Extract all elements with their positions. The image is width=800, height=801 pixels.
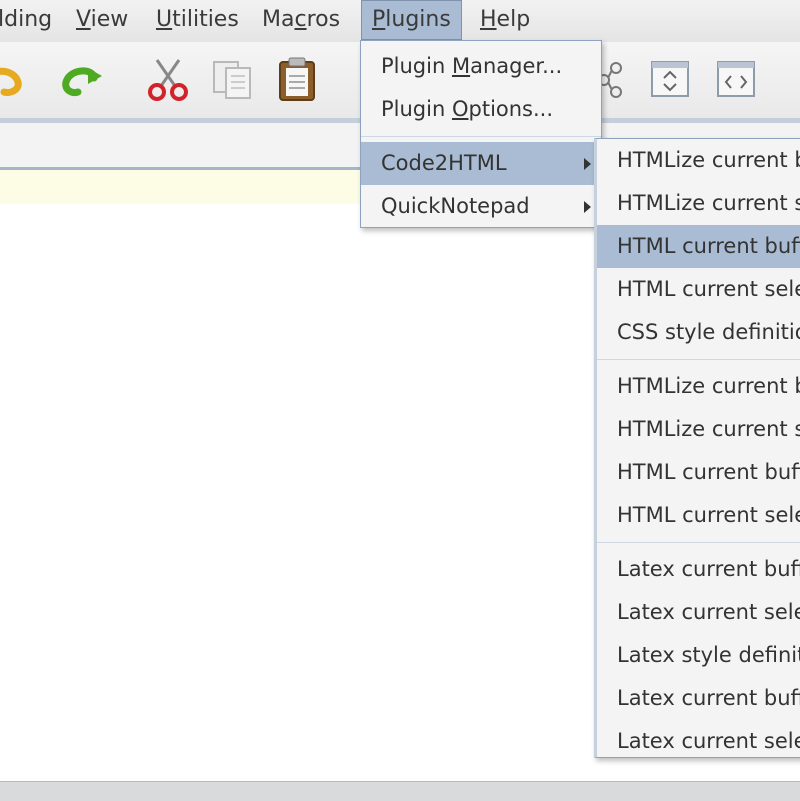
submenu-item[interactable]: HTMLize current s	[597, 408, 800, 451]
submenu-item[interactable]: Latex style definiti	[597, 634, 800, 677]
menu-separator	[597, 359, 800, 360]
menu-macros[interactable]: Macros	[262, 0, 340, 40]
submenu-arrow-icon	[584, 201, 591, 213]
menu-bar: lding View Utilities Macros Plugins Help	[0, 0, 800, 43]
menu-help[interactable]: Help	[480, 0, 530, 40]
menu-view[interactable]: View	[76, 0, 128, 40]
submenu-item[interactable]: HTML current buff	[597, 451, 800, 494]
submenu-item[interactable]: HTML current sele	[597, 268, 800, 311]
redo-icon[interactable]	[58, 56, 104, 102]
status-bar	[0, 781, 800, 801]
submenu-item[interactable]: Latex current buff	[597, 548, 800, 591]
cut-icon[interactable]	[145, 56, 191, 102]
submenu-item[interactable]: HTML current sele	[597, 494, 800, 537]
menu-separator	[597, 542, 800, 543]
submenu-item[interactable]: HTML current buff	[597, 225, 800, 268]
menu-separator	[361, 136, 601, 137]
undo-icon[interactable]	[0, 56, 26, 102]
menu-folding[interactable]: lding	[0, 0, 52, 40]
submenu-item[interactable]: Latex current sele	[597, 720, 800, 763]
fold-icon[interactable]	[648, 56, 694, 102]
menu-utilities[interactable]: Utilities	[156, 0, 239, 40]
menu-item-code2html[interactable]: Code2HTML	[361, 142, 601, 185]
submenu-arrow-icon	[584, 158, 591, 170]
menu-plugins[interactable]: Plugins	[361, 0, 462, 40]
submenu-item[interactable]: HTMLize current s	[597, 182, 800, 225]
submenu-item[interactable]: CSS style definitio	[597, 311, 800, 354]
menu-item-plugin-options[interactable]: Plugin Options...	[361, 88, 601, 131]
code2html-submenu: HTMLize current b HTMLize current s HTML…	[594, 138, 800, 758]
menu-item-plugin-manager[interactable]: Plugin Manager...	[361, 45, 601, 88]
copy-icon[interactable]	[210, 56, 256, 102]
submenu-item[interactable]: HTMLize current b	[597, 365, 800, 408]
menu-item-quicknotepad[interactable]: QuickNotepad	[361, 185, 601, 228]
plugins-menu: Plugin Manager... Plugin Options... Code…	[360, 40, 602, 228]
paste-icon[interactable]	[274, 56, 320, 102]
tag-icon[interactable]	[714, 56, 760, 102]
submenu-item[interactable]: Latex current buff	[597, 677, 800, 720]
submenu-item[interactable]: Latex current sele	[597, 591, 800, 634]
submenu-item[interactable]: HTMLize current b	[597, 139, 800, 182]
